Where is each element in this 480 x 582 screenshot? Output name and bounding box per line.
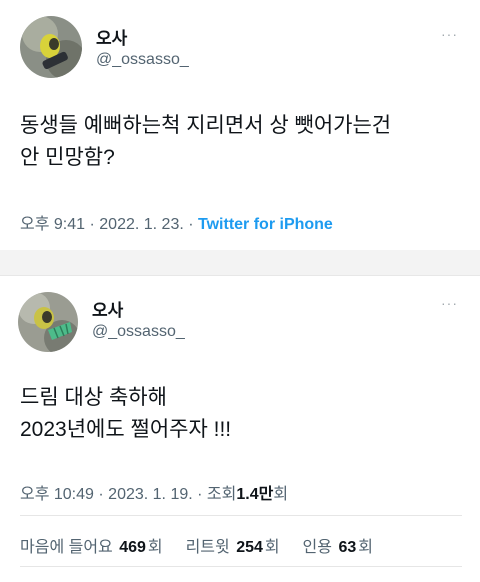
tweet-time[interactable]: 오후 9:41 — [20, 216, 85, 233]
meta-separator: · — [89, 216, 95, 233]
views-count: 1.4만 — [236, 486, 274, 503]
quotes-stat[interactable]: 인용 63 회 — [303, 539, 375, 556]
avatar-image — [18, 292, 78, 352]
tweet-source-link[interactable]: Twitter for iPhone — [198, 216, 333, 233]
retweets-count: 254 — [236, 539, 263, 556]
tweet-date[interactable]: 2023. 1. 19. — [108, 486, 193, 503]
user-handle[interactable]: @_ossasso_ — [96, 51, 189, 69]
likes-count: 469 — [119, 539, 146, 556]
user-handle[interactable]: @_ossasso_ — [92, 323, 185, 341]
retweets-label: 리트윗 — [185, 539, 230, 556]
meta-separator: · — [188, 216, 194, 233]
quotes-unit: 회 — [358, 539, 373, 556]
tweet-text: 동생들 예뻐하는척 지리면서 상 뺏어가는건 안 민망함? — [20, 114, 392, 169]
likes-label: 마음에 들어요 — [20, 539, 113, 556]
more-options-icon[interactable]: ··· — [441, 295, 458, 311]
tweet-meta: 오후 9:41 · 2022. 1. 23. · Twitter for iPh… — [20, 210, 333, 234]
quotes-label: 인용 — [302, 539, 332, 556]
meta-separator: · — [98, 486, 104, 503]
tweet-date[interactable]: 2022. 1. 23. — [99, 216, 184, 233]
avatar[interactable] — [20, 16, 82, 78]
quotes-count: 63 — [338, 539, 357, 556]
divider — [20, 566, 462, 567]
avatar[interactable] — [18, 292, 78, 352]
avatar-image — [20, 16, 82, 78]
meta-separator: · — [197, 486, 203, 503]
tweet-gap — [0, 250, 480, 275]
likes-unit: 회 — [147, 539, 163, 556]
views-label: 조회 — [206, 486, 237, 503]
display-name[interactable]: 오사 — [92, 296, 123, 321]
engagement-stats: 마음에 들어요 469 회 리트윗 254 회 인용 63 회 — [20, 533, 377, 557]
more-options-icon[interactable]: ··· — [441, 26, 458, 42]
tweet-meta: 오후 10:49 · 2023. 1. 19. · 조회1.4만회 — [20, 480, 288, 504]
retweets-unit: 회 — [264, 539, 280, 556]
retweets-stat[interactable]: 리트윗 254 회 — [186, 539, 282, 556]
views-unit: 회 — [273, 486, 289, 503]
tweet-text: 드림 대상 축하해 2023년에도 쩔어주자 !!! — [20, 386, 232, 441]
likes-stat[interactable]: 마음에 들어요 469 회 — [20, 539, 165, 556]
divider — [20, 515, 462, 516]
tweet-time[interactable]: 오후 10:49 — [20, 486, 94, 503]
display-name[interactable]: 오사 — [96, 24, 127, 49]
